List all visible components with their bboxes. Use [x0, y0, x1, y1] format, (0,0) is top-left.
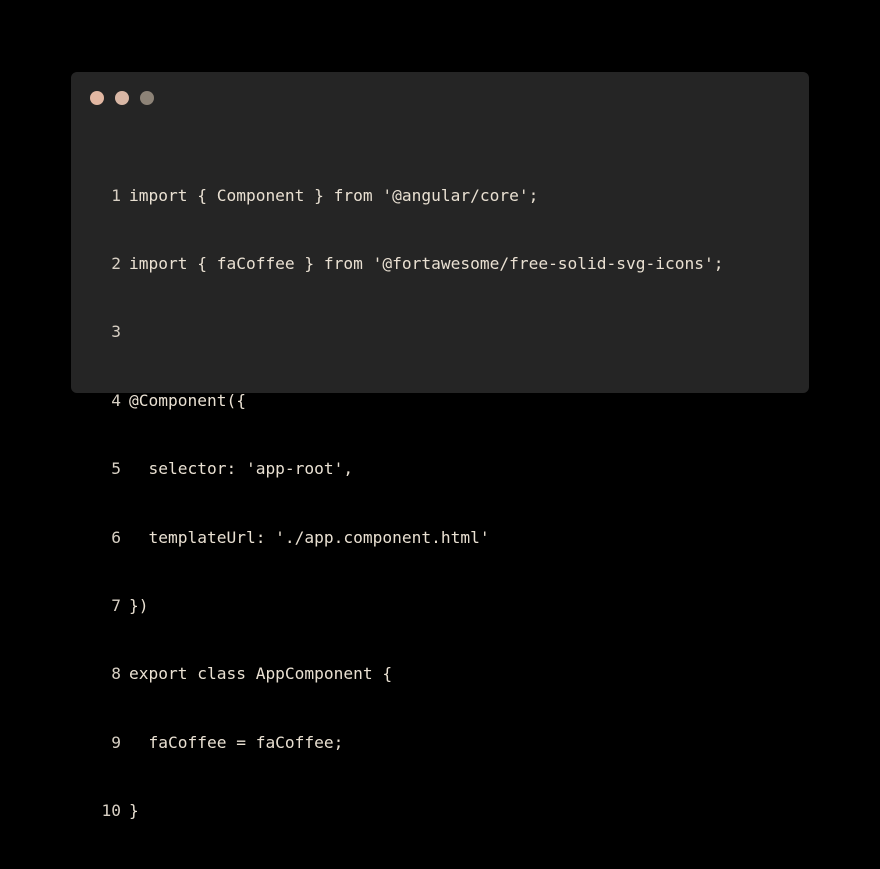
window-controls: [90, 91, 165, 105]
line-text: }: [129, 801, 139, 821]
line-text: export class AppComponent {: [129, 664, 393, 684]
line-text: selector: 'app-root',: [129, 459, 354, 479]
line-number: 9: [111, 732, 121, 752]
line-text: }): [129, 595, 149, 615]
minimize-dot-icon[interactable]: [115, 91, 129, 105]
line-text: templateUrl: './app.component.html': [129, 527, 490, 547]
line-number: 3: [111, 322, 121, 342]
code-line: 3: [101, 321, 724, 344]
line-number: 10: [101, 801, 122, 821]
line-text: faCoffee = faCoffee;: [129, 732, 344, 752]
code-line: 2 import { faCoffee } from '@fortawesome/…: [101, 253, 724, 276]
line-text: import { Component } from '@angular/core…: [129, 185, 539, 205]
code-line: 5 selector: 'app-root',: [101, 458, 724, 481]
code-line: 10}: [101, 800, 724, 823]
code-line: 9 faCoffee = faCoffee;: [101, 732, 724, 755]
line-number: 2: [111, 253, 121, 273]
line-number: 5: [111, 459, 121, 479]
code-line: 7}): [101, 595, 724, 618]
code-window: 1 import { Component } from '@angular/cor…: [71, 72, 809, 820]
maximize-dot-icon[interactable]: [140, 91, 154, 105]
close-dot-icon[interactable]: [90, 91, 104, 105]
code-line: 6 templateUrl: './app.component.html': [101, 527, 724, 550]
code-line: 8 export class AppComponent {: [101, 663, 724, 686]
code-line: 4 @Component({: [101, 390, 724, 413]
code-line: 1 import { Component } from '@angular/cor…: [101, 185, 724, 208]
line-text: import { faCoffee } from '@fortawesome/f…: [129, 253, 724, 273]
line-number: 6: [111, 527, 121, 547]
line-number: 1: [111, 185, 121, 205]
code-block: 1 import { Component } from '@angular/cor…: [101, 139, 724, 869]
line-text: @Component({: [129, 390, 246, 410]
line-number: 4: [111, 390, 121, 410]
line-number: 7: [111, 595, 121, 615]
line-number: 8: [111, 664, 121, 684]
